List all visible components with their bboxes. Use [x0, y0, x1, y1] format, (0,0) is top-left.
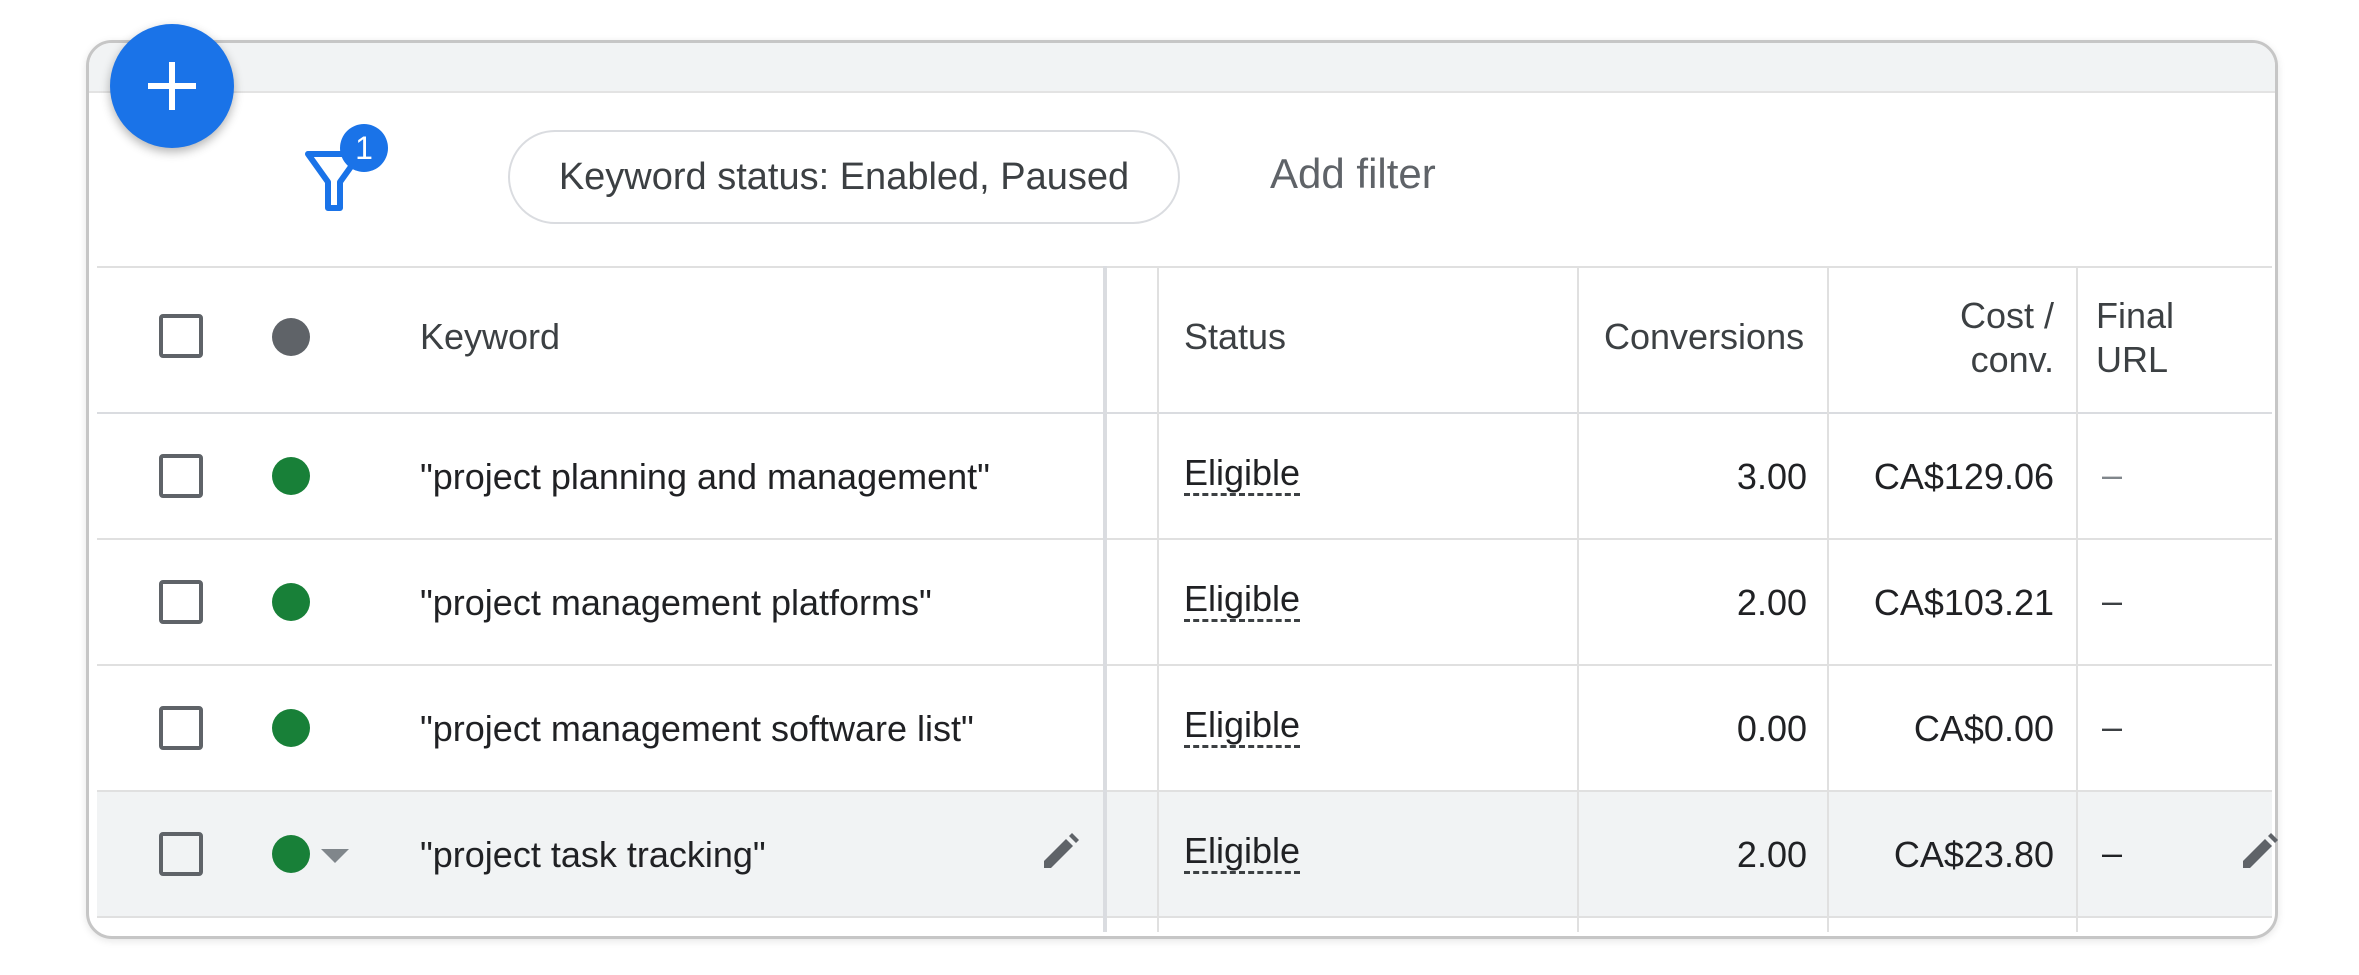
conversions-cell: 2.00	[1736, 582, 1807, 623]
column-divider	[1157, 266, 1159, 932]
edit-keyword-pencil-icon[interactable]	[1038, 830, 1082, 874]
cost-per-conv-cell: CA$23.80	[1893, 834, 2054, 875]
conversions-cell: 2.00	[1736, 834, 1807, 875]
add-keyword-button[interactable]	[110, 24, 234, 148]
row-checkbox[interactable]	[159, 454, 203, 498]
status-dot-header-icon	[272, 318, 310, 356]
header-cost-per-conv-line2: conv.	[1970, 339, 2054, 380]
cost-per-conv-cell: CA$0.00	[1913, 708, 2054, 749]
header-cost-per-conv[interactable]: Cost / conv.	[1837, 294, 2054, 382]
select-all-checkbox[interactable]	[159, 314, 203, 358]
header-final-url-line1: Final	[2096, 295, 2175, 336]
enabled-status-icon	[272, 835, 310, 873]
keyword-cell[interactable]: "project task tracking"	[420, 834, 766, 876]
final-url-cell: –	[2102, 706, 2123, 747]
final-url-cell: –	[2102, 580, 2123, 621]
plus-icon	[148, 62, 196, 110]
header-keyword[interactable]: Keyword	[420, 316, 560, 358]
status-dropdown-icon[interactable]	[321, 849, 349, 863]
keyword-status-filter-chip[interactable]: Keyword status: Enabled, Paused	[508, 130, 1180, 224]
add-filter-button[interactable]: Add filter	[1270, 150, 1436, 198]
enabled-status-icon	[272, 457, 310, 495]
row-checkbox[interactable]	[159, 580, 203, 624]
enabled-status-icon	[272, 709, 310, 747]
header-conversions[interactable]: Conversions	[1604, 316, 1807, 358]
table-header: Keyword Status Conversions Cost / conv. …	[97, 266, 2272, 416]
filter-count-badge: 1	[340, 124, 388, 172]
conversions-cell: 3.00	[1736, 456, 1807, 497]
edit-final-url-pencil-icon[interactable]	[2237, 830, 2281, 874]
final-url-cell: –	[2102, 454, 2123, 495]
card-top-bar	[89, 43, 2275, 93]
row-checkbox[interactable]	[159, 706, 203, 750]
table-row[interactable]: "project planning and management" Eligib…	[97, 414, 2272, 540]
conversions-cell: 0.00	[1736, 708, 1807, 749]
status-cell[interactable]: Eligible	[1184, 452, 1301, 496]
table-row[interactable]: "project management software list" Eligi…	[97, 666, 2272, 792]
header-final-url-line2: URL	[2096, 339, 2169, 380]
status-cell[interactable]: Eligible	[1184, 830, 1301, 874]
row-checkbox[interactable]	[159, 832, 203, 876]
final-url-cell: –	[2102, 832, 2123, 873]
status-cell[interactable]: Eligible	[1184, 704, 1301, 748]
keyword-cell[interactable]: "project management software list"	[420, 708, 974, 750]
header-final-url[interactable]: Final URL	[2096, 294, 2174, 382]
table-row[interactable]: "project task tracking" Eligible 2.00 CA…	[97, 792, 2278, 918]
column-divider	[1827, 266, 1829, 932]
table-row[interactable]: "project management platforms" Eligible …	[97, 540, 2272, 666]
cost-per-conv-cell: CA$103.21	[1873, 582, 2054, 623]
cost-per-conv-cell: CA$129.06	[1873, 456, 2054, 497]
keyword-cell[interactable]: "project management platforms"	[420, 582, 932, 624]
header-cost-per-conv-line1: Cost /	[1959, 295, 2054, 336]
column-divider	[1577, 266, 1579, 932]
status-cell[interactable]: Eligible	[1184, 578, 1301, 622]
frozen-column-divider	[1103, 266, 1107, 932]
enabled-status-icon	[272, 583, 310, 621]
keyword-cell[interactable]: "project planning and management"	[420, 456, 990, 498]
header-status[interactable]: Status	[1184, 316, 1286, 358]
column-divider	[2076, 266, 2078, 932]
